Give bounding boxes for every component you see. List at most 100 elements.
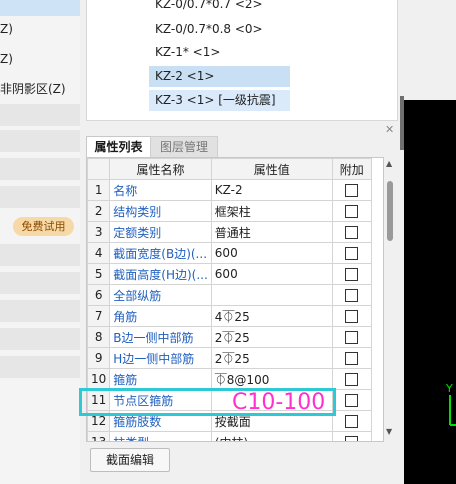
add-checkbox[interactable] [345,205,359,218]
property-name[interactable]: 箍筋 [109,368,212,390]
component-item-selected[interactable]: KZ-2 <1> [149,66,290,87]
left-row[interactable] [0,328,80,350]
left-item-1[interactable]: Z) [0,22,13,36]
add-checkbox-cell[interactable] [331,242,372,264]
component-item[interactable]: KZ-0/0.7*0.7 <2> [149,0,263,15]
left-row[interactable] [0,186,80,208]
add-checkbox[interactable] [345,394,359,407]
add-checkbox[interactable] [345,184,359,197]
add-checkbox-cell[interactable] [331,200,372,222]
property-name[interactable]: 柱类型 [109,431,212,441]
property-value[interactable] [210,284,333,306]
table-row[interactable]: 1 名称 KZ-2 [87,179,372,201]
add-checkbox[interactable] [345,226,359,239]
left-selected-row[interactable] [0,0,80,16]
add-checkbox[interactable] [345,373,359,386]
header-add: 附加 [331,158,372,180]
scroll-down-icon[interactable]: ▼ [386,427,392,436]
left-row[interactable] [0,300,80,322]
row-index: 3 [87,221,111,243]
property-name[interactable]: 全部纵筋 [109,284,212,306]
table-row[interactable]: 4 截面宽度(B边)(... 600 [87,242,372,264]
add-checkbox-cell[interactable] [331,410,372,432]
left-row[interactable] [0,158,80,180]
component-item[interactable]: KZ-0/0.7*0.8 <0> [149,19,263,40]
add-checkbox-cell[interactable] [331,263,372,285]
left-row[interactable] [0,130,80,152]
close-icon[interactable]: ✕ [385,123,394,136]
add-checkbox[interactable] [345,331,359,344]
vertical-scrollbar[interactable]: ▲ ▼ [384,157,396,440]
scroll-up-icon[interactable]: ▲ [386,159,392,168]
property-value[interactable]: 普通柱 [210,221,333,243]
scroll-thumb[interactable] [387,181,393,241]
component-item[interactable]: KZ-1* <1> [149,42,220,63]
left-row[interactable] [0,104,80,126]
row-index: 10 [87,368,111,390]
table-row[interactable]: 10 箍筋 ⏁8@100 [87,368,372,390]
add-checkbox[interactable] [345,247,359,260]
axis-gizmo-icon: Y [445,382,456,426]
property-value[interactable]: 600 [210,242,333,264]
property-value[interactable]: (中柱) [210,431,333,441]
add-checkbox[interactable] [345,310,359,323]
table-row[interactable]: 8 B边一侧中部筋 2⏁25 [87,326,372,348]
table-row[interactable]: 5 截面高度(H边)(... 600 [87,263,372,285]
property-name[interactable]: B边一侧中部筋 [109,326,212,348]
header-property-value: 属性值 [210,158,333,180]
add-checkbox[interactable] [345,289,359,302]
table-row[interactable]: 9 H边一侧中部筋 2⏁25 [87,347,372,369]
left-item-3[interactable]: 非阴影区(Z) [0,80,66,97]
left-item-2[interactable]: Z) [0,52,13,66]
property-value[interactable]: 2⏁25 [210,347,333,369]
component-item[interactable]: KZ-3 <1> [一级抗震] [149,90,290,111]
tab-layers[interactable]: 图层管理 [150,136,218,157]
add-checkbox-cell[interactable] [331,284,372,306]
property-name[interactable]: 定额类别 [109,221,212,243]
property-name[interactable]: 结构类别 [109,200,212,222]
annotation-text: C10-100 [232,390,326,415]
add-checkbox-cell[interactable] [331,368,372,390]
add-checkbox-cell[interactable] [331,221,372,243]
row-index: 6 [87,284,111,306]
table-row[interactable]: 7 角筋 4⏁25 [87,305,372,327]
row-index: 7 [87,305,111,327]
add-checkbox[interactable] [345,415,359,428]
left-row[interactable] [0,244,80,266]
property-value[interactable]: KZ-2 [210,179,333,201]
add-checkbox[interactable] [345,268,359,281]
row-index: 5 [87,263,111,285]
add-checkbox-cell[interactable] [331,347,372,369]
add-checkbox-cell[interactable] [331,326,372,348]
svg-text:Y: Y [445,382,453,395]
left-row[interactable] [0,272,80,294]
table-row[interactable]: 13柱类型(中柱) [87,431,372,441]
property-value[interactable]: 框架柱 [210,200,333,222]
property-value[interactable]: ⏁8@100 [210,368,333,390]
property-value[interactable]: 4⏁25 [210,305,333,327]
property-name[interactable]: H边一侧中部筋 [109,347,212,369]
add-checkbox-cell[interactable] [331,179,372,201]
property-value[interactable]: 600 [210,263,333,285]
table-row[interactable]: 2 结构类别 框架柱 [87,200,372,222]
add-checkbox-cell[interactable] [331,431,372,441]
property-name[interactable]: 截面高度(H边)(... [109,263,212,285]
add-checkbox-cell[interactable] [331,305,372,327]
property-value[interactable]: 2⏁25 [210,326,333,348]
left-row[interactable] [0,356,80,378]
row-index: 8 [87,326,111,348]
row-index: 9 [87,347,111,369]
free-trial-badge[interactable]: 免费试用 [13,217,74,236]
add-checkbox[interactable] [345,436,359,441]
tab-properties[interactable]: 属性列表 [86,136,151,157]
section-edit-button[interactable]: 截面编辑 [90,448,170,472]
table-row[interactable]: 6 全部纵筋 [87,284,372,306]
add-checkbox-cell[interactable] [331,389,372,411]
property-name[interactable]: 截面宽度(B边)(... [109,242,212,264]
drawing-canvas[interactable]: Y [404,0,456,484]
property-name[interactable]: 名称 [109,179,212,201]
property-name[interactable]: 角筋 [109,305,212,327]
add-checkbox[interactable] [345,352,359,365]
header-property-name: 属性名称 [109,158,212,180]
table-row[interactable]: 3 定额类别 普通柱 [87,221,372,243]
